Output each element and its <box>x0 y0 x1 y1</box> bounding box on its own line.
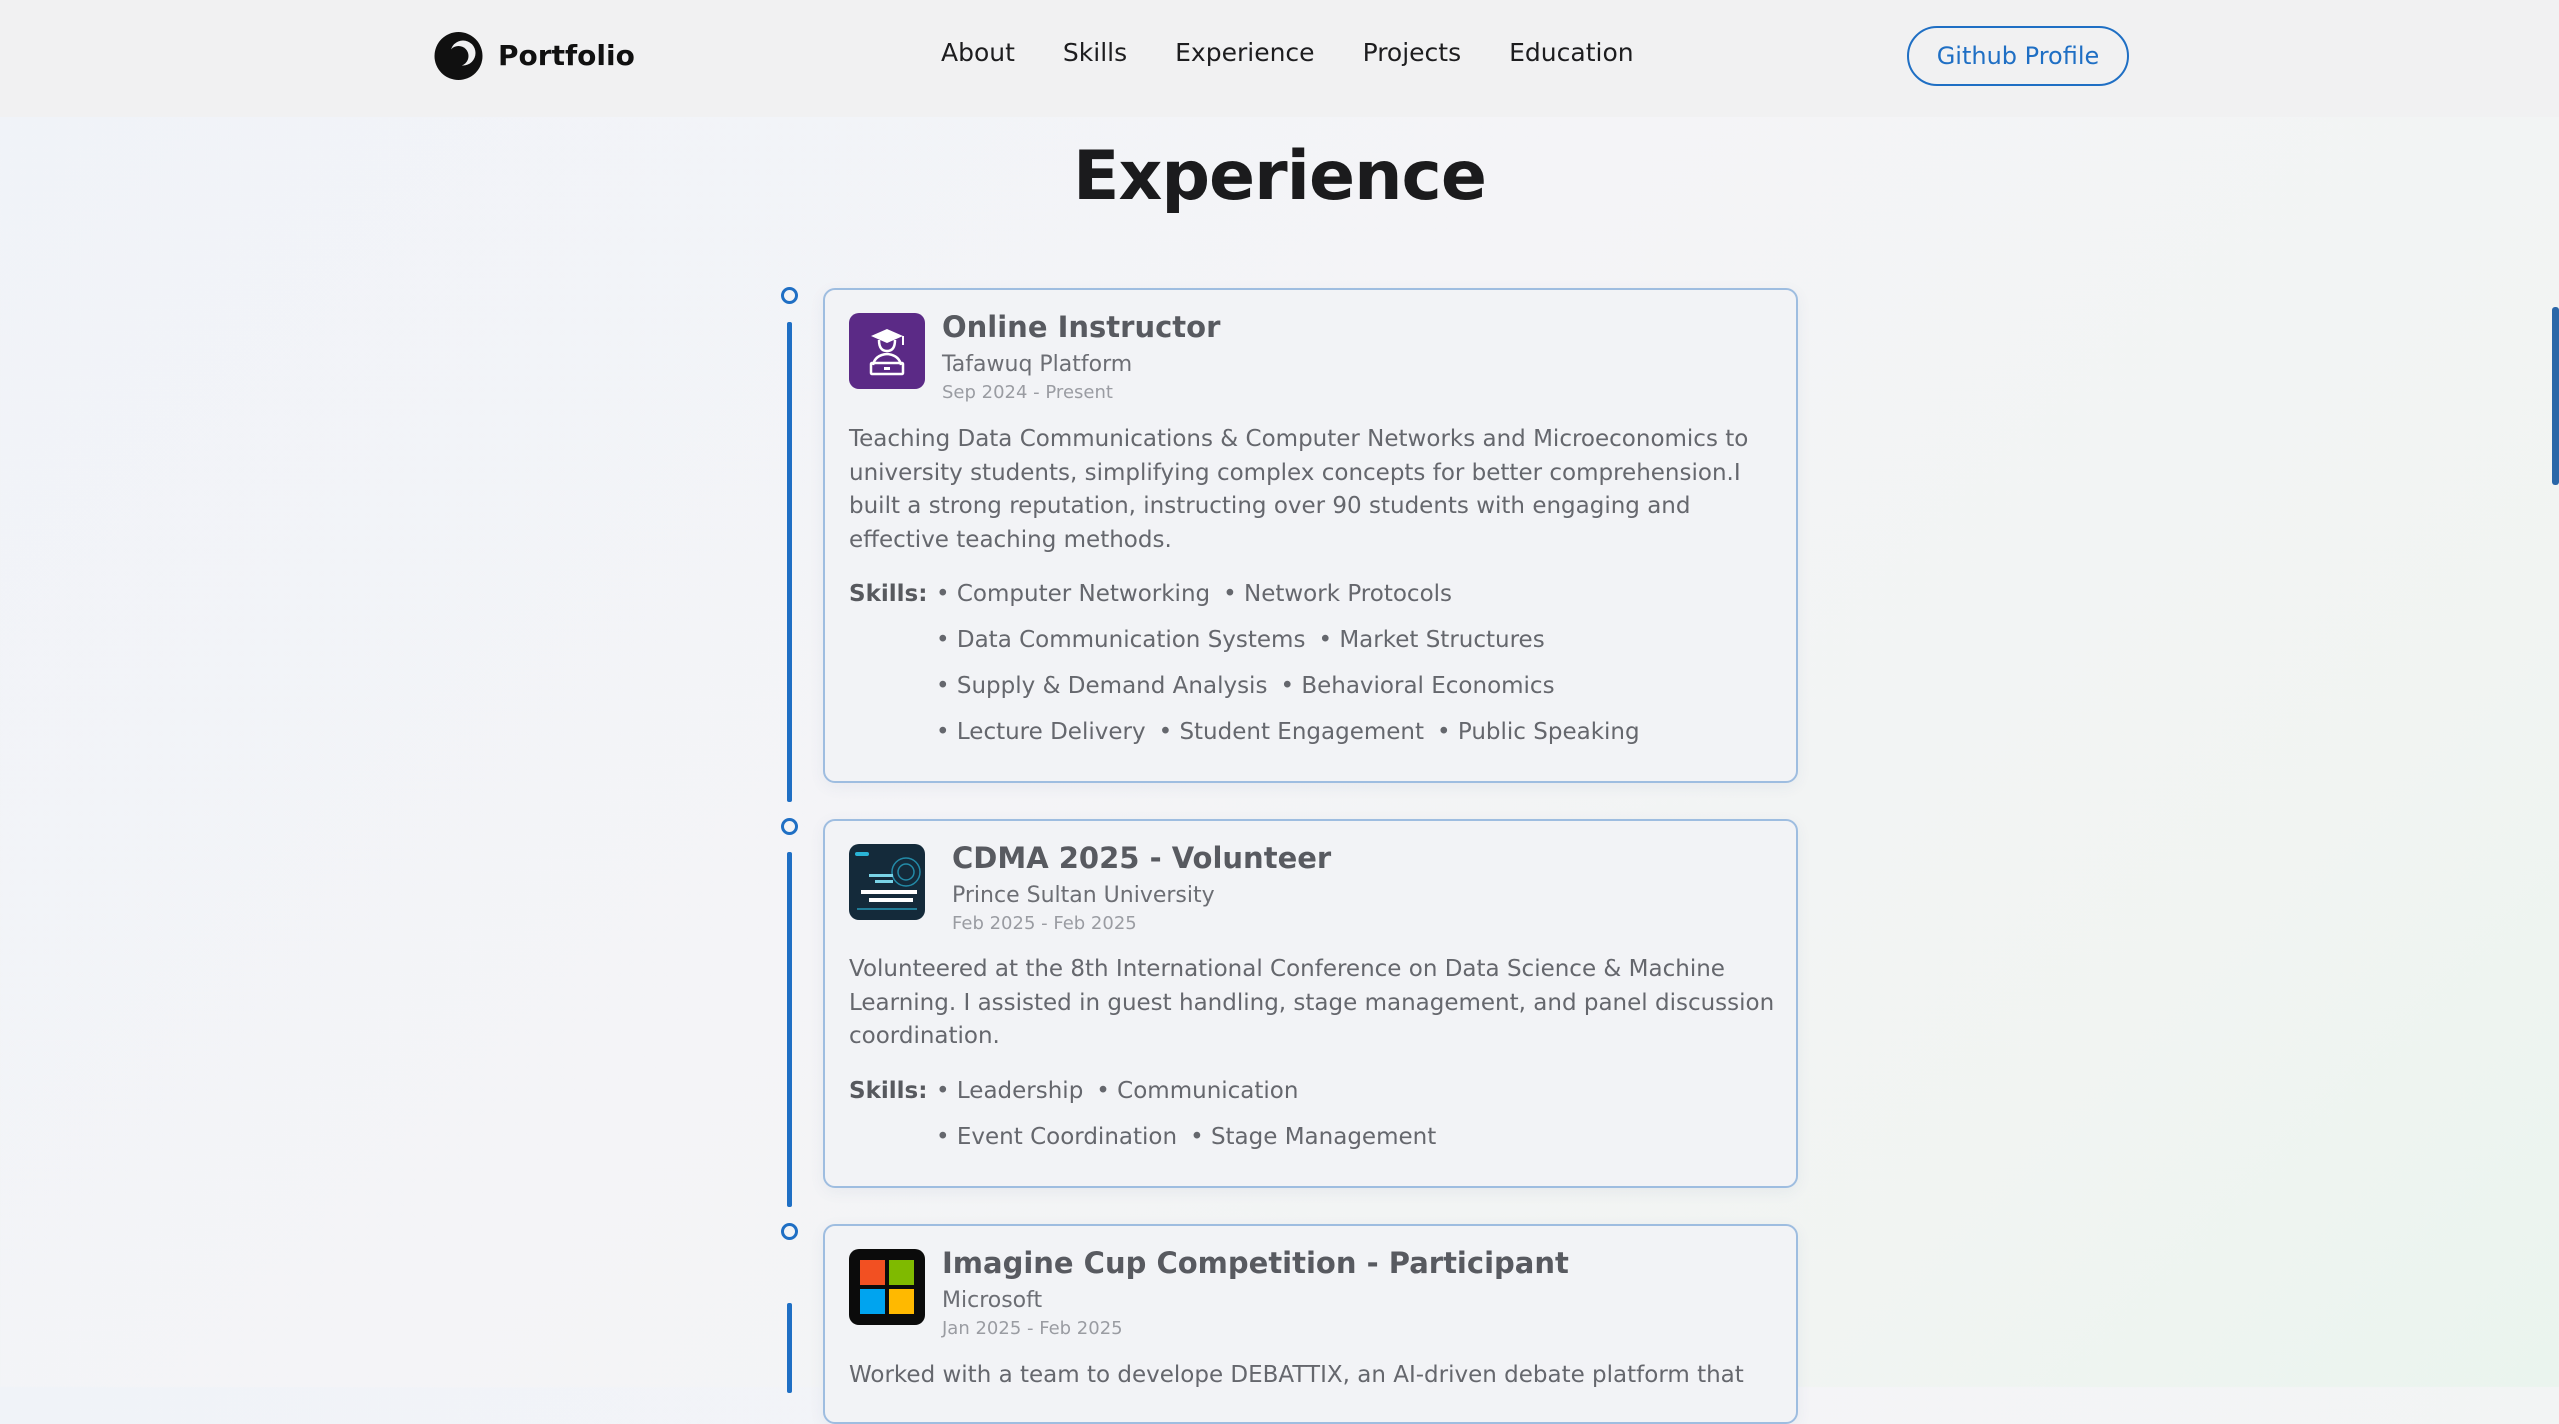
timeline-dot <box>781 1223 798 1240</box>
timeline-dot <box>781 818 798 835</box>
experience-title: CDMA 2025 - Volunteer <box>952 841 1332 875</box>
nav-link-experience[interactable]: Experience <box>1175 38 1314 67</box>
timeline-line <box>787 322 792 802</box>
experience-description: Volunteered at the 8th International Con… <box>849 956 1775 1049</box>
skills-list: • Computer Networking • Network Protocol… <box>936 571 1766 755</box>
card-header: CDMA 2025 - Volunteer Prince Sultan Univ… <box>952 840 1331 935</box>
skill-tag: • Network Protocols <box>1223 581 1453 607</box>
section-title: Experience <box>1073 137 1487 216</box>
timeline-line <box>787 852 792 1207</box>
card-header: Online Instructor Tafawuq Platform Sep 2… <box>942 309 1220 404</box>
skill-tag: • Event Coordination <box>936 1124 1178 1150</box>
skill-tag: • Student Engagement <box>1158 719 1424 745</box>
experience-organization: Microsoft <box>942 1288 1043 1313</box>
experience-organization: Prince Sultan University <box>952 883 1215 908</box>
skills-row: Skills: • Computer Networking • Network … <box>849 571 1779 755</box>
nav-link-projects[interactable]: Projects <box>1363 38 1462 67</box>
timeline-dot <box>781 287 798 304</box>
microsoft-logo-icon <box>849 1249 925 1325</box>
github-profile-button[interactable]: Github Profile <box>1907 26 2129 86</box>
skill-tag: • Market Structures <box>1318 627 1545 653</box>
skills-label: Skills: <box>849 581 928 607</box>
skills-label: Skills: <box>849 1078 928 1104</box>
experience-title: Imagine Cup Competition - Participant <box>942 1246 1569 1280</box>
experience-description: Worked with a team to develope DEBATTIX,… <box>849 1362 1744 1388</box>
portfolio-logo-icon <box>434 32 483 80</box>
brand-name: Portfolio <box>498 39 635 72</box>
skill-tag: • Leadership <box>936 1078 1084 1104</box>
experience-organization: Tafawuq Platform <box>942 352 1133 377</box>
skill-tag: • Data Communication Systems <box>936 627 1306 653</box>
nav-link-skills[interactable]: Skills <box>1063 38 1127 67</box>
experience-dates: Feb 2025 - Feb 2025 <box>952 913 1137 934</box>
skill-tag: • Behavioral Economics <box>1280 673 1555 699</box>
experience-dates: Jan 2025 - Feb 2025 <box>942 1318 1123 1339</box>
scrollbar-thumb[interactable] <box>2552 307 2559 485</box>
experience-card: Imagine Cup Competition - Participant Mi… <box>823 1224 1798 1424</box>
nav-link-education[interactable]: Education <box>1509 38 1633 67</box>
conference-poster-icon <box>849 844 925 920</box>
card-header: Imagine Cup Competition - Participant Mi… <box>942 1245 1569 1340</box>
skills-row: Skills: • Leadership • Communication • E… <box>849 1068 1779 1160</box>
brand[interactable]: Portfolio <box>432 29 635 82</box>
skill-tag: • Communication <box>1096 1078 1299 1104</box>
nav-link-about[interactable]: About <box>941 38 1015 67</box>
timeline-line <box>787 1303 792 1393</box>
main-nav: About Skills Experience Projects Educati… <box>941 38 1634 67</box>
skill-tag: • Lecture Delivery <box>936 719 1146 745</box>
graduate-teacher-icon <box>849 313 925 389</box>
skill-tag: • Stage Management <box>1190 1124 1437 1150</box>
experience-description: Teaching Data Communications & Computer … <box>849 426 1749 553</box>
skills-list: • Leadership • Communication • Event Coo… <box>936 1068 1556 1160</box>
skill-tag: • Public Speaking <box>1437 719 1640 745</box>
navbar: Portfolio About Skills Experience Projec… <box>0 0 2559 117</box>
skill-tag: • Supply & Demand Analysis <box>936 673 1268 699</box>
experience-dates: Sep 2024 - Present <box>942 382 1113 403</box>
experience-card: CDMA 2025 - Volunteer Prince Sultan Univ… <box>823 819 1798 1188</box>
experience-card: Online Instructor Tafawuq Platform Sep 2… <box>823 288 1798 783</box>
skill-tag: • Computer Networking <box>936 581 1211 607</box>
experience-title: Online Instructor <box>942 310 1221 344</box>
